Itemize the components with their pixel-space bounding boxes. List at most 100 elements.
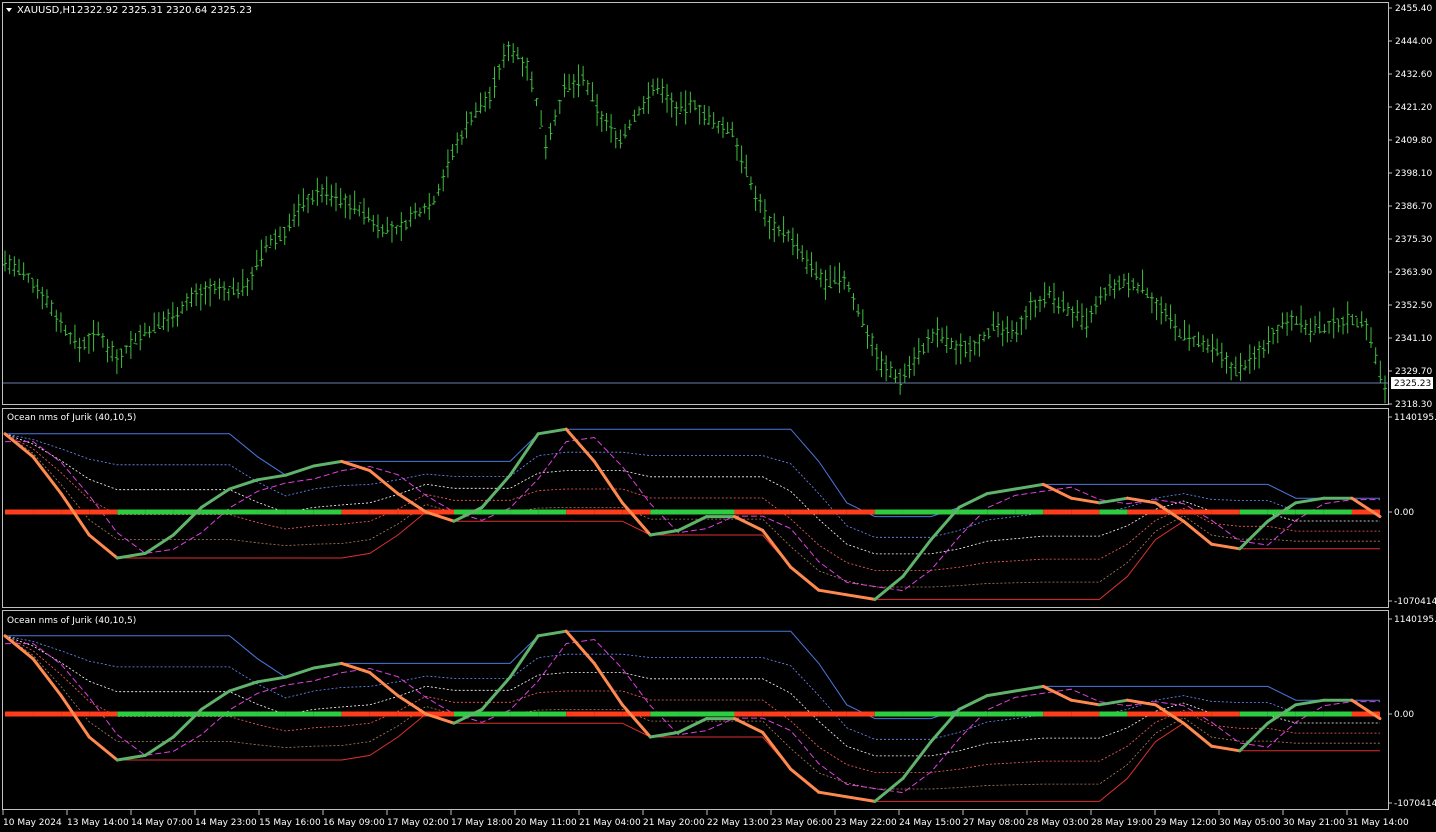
main-line-segment [789, 565, 821, 592]
time-label: 23 May 22:00 [835, 818, 897, 828]
price-label: 2409.80 [1395, 136, 1432, 146]
main-line-segment [87, 735, 119, 762]
main-line-segment [957, 492, 989, 509]
ohlc-values: 2322.92 2325.31 2320.64 2325.23 [77, 5, 252, 16]
level-label: 1140195.7 [1394, 615, 1436, 625]
dropdown-triangle-icon[interactable] [6, 8, 12, 12]
main-line-segment [901, 740, 933, 780]
main-line-segment [676, 515, 709, 532]
time-label: 28 May 19:00 [1091, 818, 1153, 828]
lower-band [4, 635, 1380, 802]
price-label: 2421.20 [1395, 103, 1432, 113]
main-line-segment [789, 767, 821, 794]
time-label: 14 May 23:00 [195, 818, 257, 828]
main-chart-frame [2, 2, 1389, 405]
main-line-segment [733, 515, 765, 532]
time-label: 17 May 02:00 [387, 818, 449, 828]
main-line-segment [620, 703, 652, 739]
main-line-segment [284, 464, 316, 477]
main-line-segment [312, 661, 344, 670]
main-line-segment [536, 629, 568, 638]
level-label: -1070414. [1394, 597, 1436, 607]
time-label: 30 May 21:00 [1283, 818, 1345, 828]
upper-band [5, 428, 1380, 518]
main-line-segment [256, 473, 288, 482]
time-label: 23 May 06:00 [771, 818, 833, 828]
main-line-segment [1294, 698, 1326, 707]
time-label: 14 May 07:00 [131, 818, 193, 828]
time-label: 16 May 09:00 [323, 818, 385, 828]
indicator2-frame [2, 610, 1389, 810]
main-line-segment [564, 629, 596, 665]
current-price-label: 2325.23 [1394, 379, 1431, 389]
main-line-segment [592, 661, 624, 707]
level-label: 0.00 [1394, 710, 1414, 720]
main-line-segment [648, 528, 680, 537]
inner-band [4, 635, 1380, 740]
level-label: -1070414. [1394, 799, 1436, 809]
main-line-segment [1069, 496, 1101, 505]
main-line-segment [733, 717, 765, 734]
main-line-segment [1069, 698, 1101, 707]
time-label: 21 May 20:00 [643, 818, 705, 828]
main-line-segment [368, 671, 400, 698]
main-line-segment [873, 574, 905, 601]
trading-chart[interactable]: XAUUSD,H1 2322.92 2325.31 2320.64 2325.2… [0, 0, 1436, 832]
price-label: 2386.70 [1395, 202, 1432, 212]
time-label: 15 May 16:00 [259, 818, 321, 828]
time-label: 28 May 03:00 [1027, 818, 1089, 828]
main-line-segment [1041, 482, 1073, 500]
indicator1-title: Ocean nms of Jurik (40,10,5) [7, 413, 136, 423]
price-label: 2444.00 [1395, 37, 1432, 47]
level-label: 1140195.7 [1394, 413, 1436, 423]
price-label: 2363.90 [1395, 268, 1432, 278]
main-line-segment [227, 478, 260, 491]
main-line-segment [3, 634, 35, 661]
time-label: 10 May 2024 [3, 818, 62, 828]
main-line-segment [312, 459, 344, 468]
time-label: 22 May 13:00 [707, 818, 769, 828]
main-line-segment [340, 661, 372, 675]
time-label: 21 May 04:00 [579, 818, 641, 828]
main-line-segment [284, 666, 316, 679]
price-label: 2329.70 [1395, 367, 1432, 377]
price-bars [3, 41, 1387, 404]
time-label: 27 May 08:00 [963, 818, 1025, 828]
main-line-segment [592, 459, 624, 505]
inner-band [4, 433, 1380, 555]
price-label: 2432.60 [1395, 70, 1432, 80]
inner-band [4, 433, 1380, 538]
main-line-segment [199, 689, 231, 711]
main-line-segment [620, 501, 652, 537]
main-line-segment [985, 689, 1017, 698]
main-line-segment [761, 528, 793, 569]
main-line-segment [256, 675, 288, 684]
main-line-segment [143, 735, 175, 757]
indicator1-plot: 1140195.7 0.00 -1070414. [3, 413, 1436, 607]
main-line-segment [87, 533, 119, 560]
main-line-segment [508, 432, 540, 477]
main-line-segment [115, 551, 147, 560]
main-line-segment [31, 455, 63, 496]
main-line-segment [1294, 496, 1326, 505]
symbol-label: XAUUSD,H1 [17, 5, 76, 16]
main-line-segment [1041, 684, 1073, 702]
price-label: 2455.40 [1395, 4, 1432, 14]
main-line-segment [340, 459, 372, 473]
time-label: 31 May 14:00 [1347, 818, 1409, 828]
main-line-segment [873, 776, 905, 803]
main-line-segment [480, 675, 512, 711]
time-label: 24 May 15:00 [899, 818, 961, 828]
main-line-segment [396, 492, 428, 514]
price-label: 2341.10 [1395, 334, 1432, 344]
main-line-segment [817, 790, 849, 799]
main-line-segment [1125, 698, 1158, 707]
main-line-segment [901, 538, 933, 578]
price-label: 2352.50 [1395, 301, 1432, 311]
main-line-segment [845, 795, 877, 803]
main-line-segment [761, 730, 793, 771]
time-label: 17 May 18:00 [451, 818, 513, 828]
main-line-segment [3, 432, 35, 459]
main-line-segment [985, 487, 1017, 496]
price-label: 2375.30 [1395, 235, 1432, 245]
